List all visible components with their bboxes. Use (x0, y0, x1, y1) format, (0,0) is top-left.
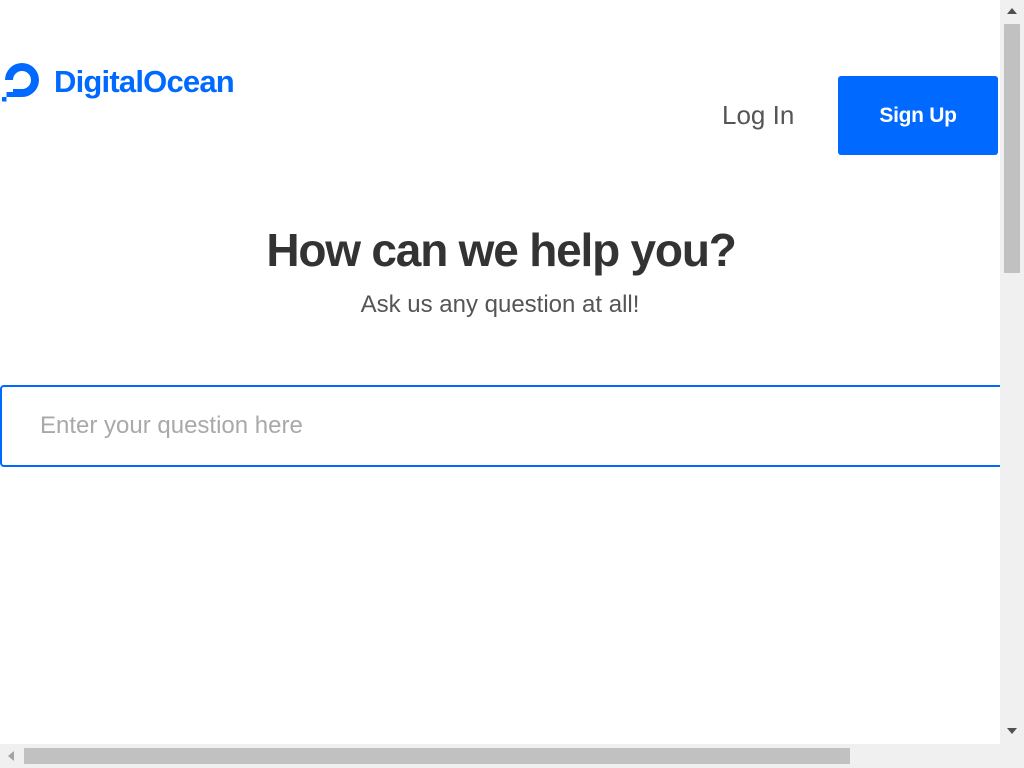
scroll-up-arrow-icon[interactable] (1007, 8, 1017, 14)
page-subtitle: Ask us any question at all! (360, 291, 640, 318)
question-search-input[interactable] (0, 385, 1000, 467)
page-title: How can we help you? (266, 224, 736, 276)
brand-name: DigitalOcean (54, 63, 235, 99)
brand-logo-link[interactable]: DigitalOcean (0, 58, 235, 104)
login-link[interactable]: Log In (722, 100, 794, 130)
horizontal-scrollbar[interactable] (0, 744, 1014, 768)
scroll-down-arrow-icon[interactable] (1007, 728, 1017, 734)
digitalocean-logo-icon (2, 63, 39, 102)
signup-button[interactable]: Sign Up (838, 76, 998, 155)
scrollbar-corner (1000, 744, 1024, 768)
page-viewport: DigitalOcean Log In Sign Up How can we h… (0, 0, 1000, 744)
scroll-left-arrow-icon[interactable] (8, 751, 14, 761)
horizontal-scroll-thumb[interactable] (24, 748, 850, 764)
vertical-scrollbar[interactable] (1000, 0, 1024, 744)
vertical-scroll-thumb[interactable] (1004, 24, 1020, 273)
